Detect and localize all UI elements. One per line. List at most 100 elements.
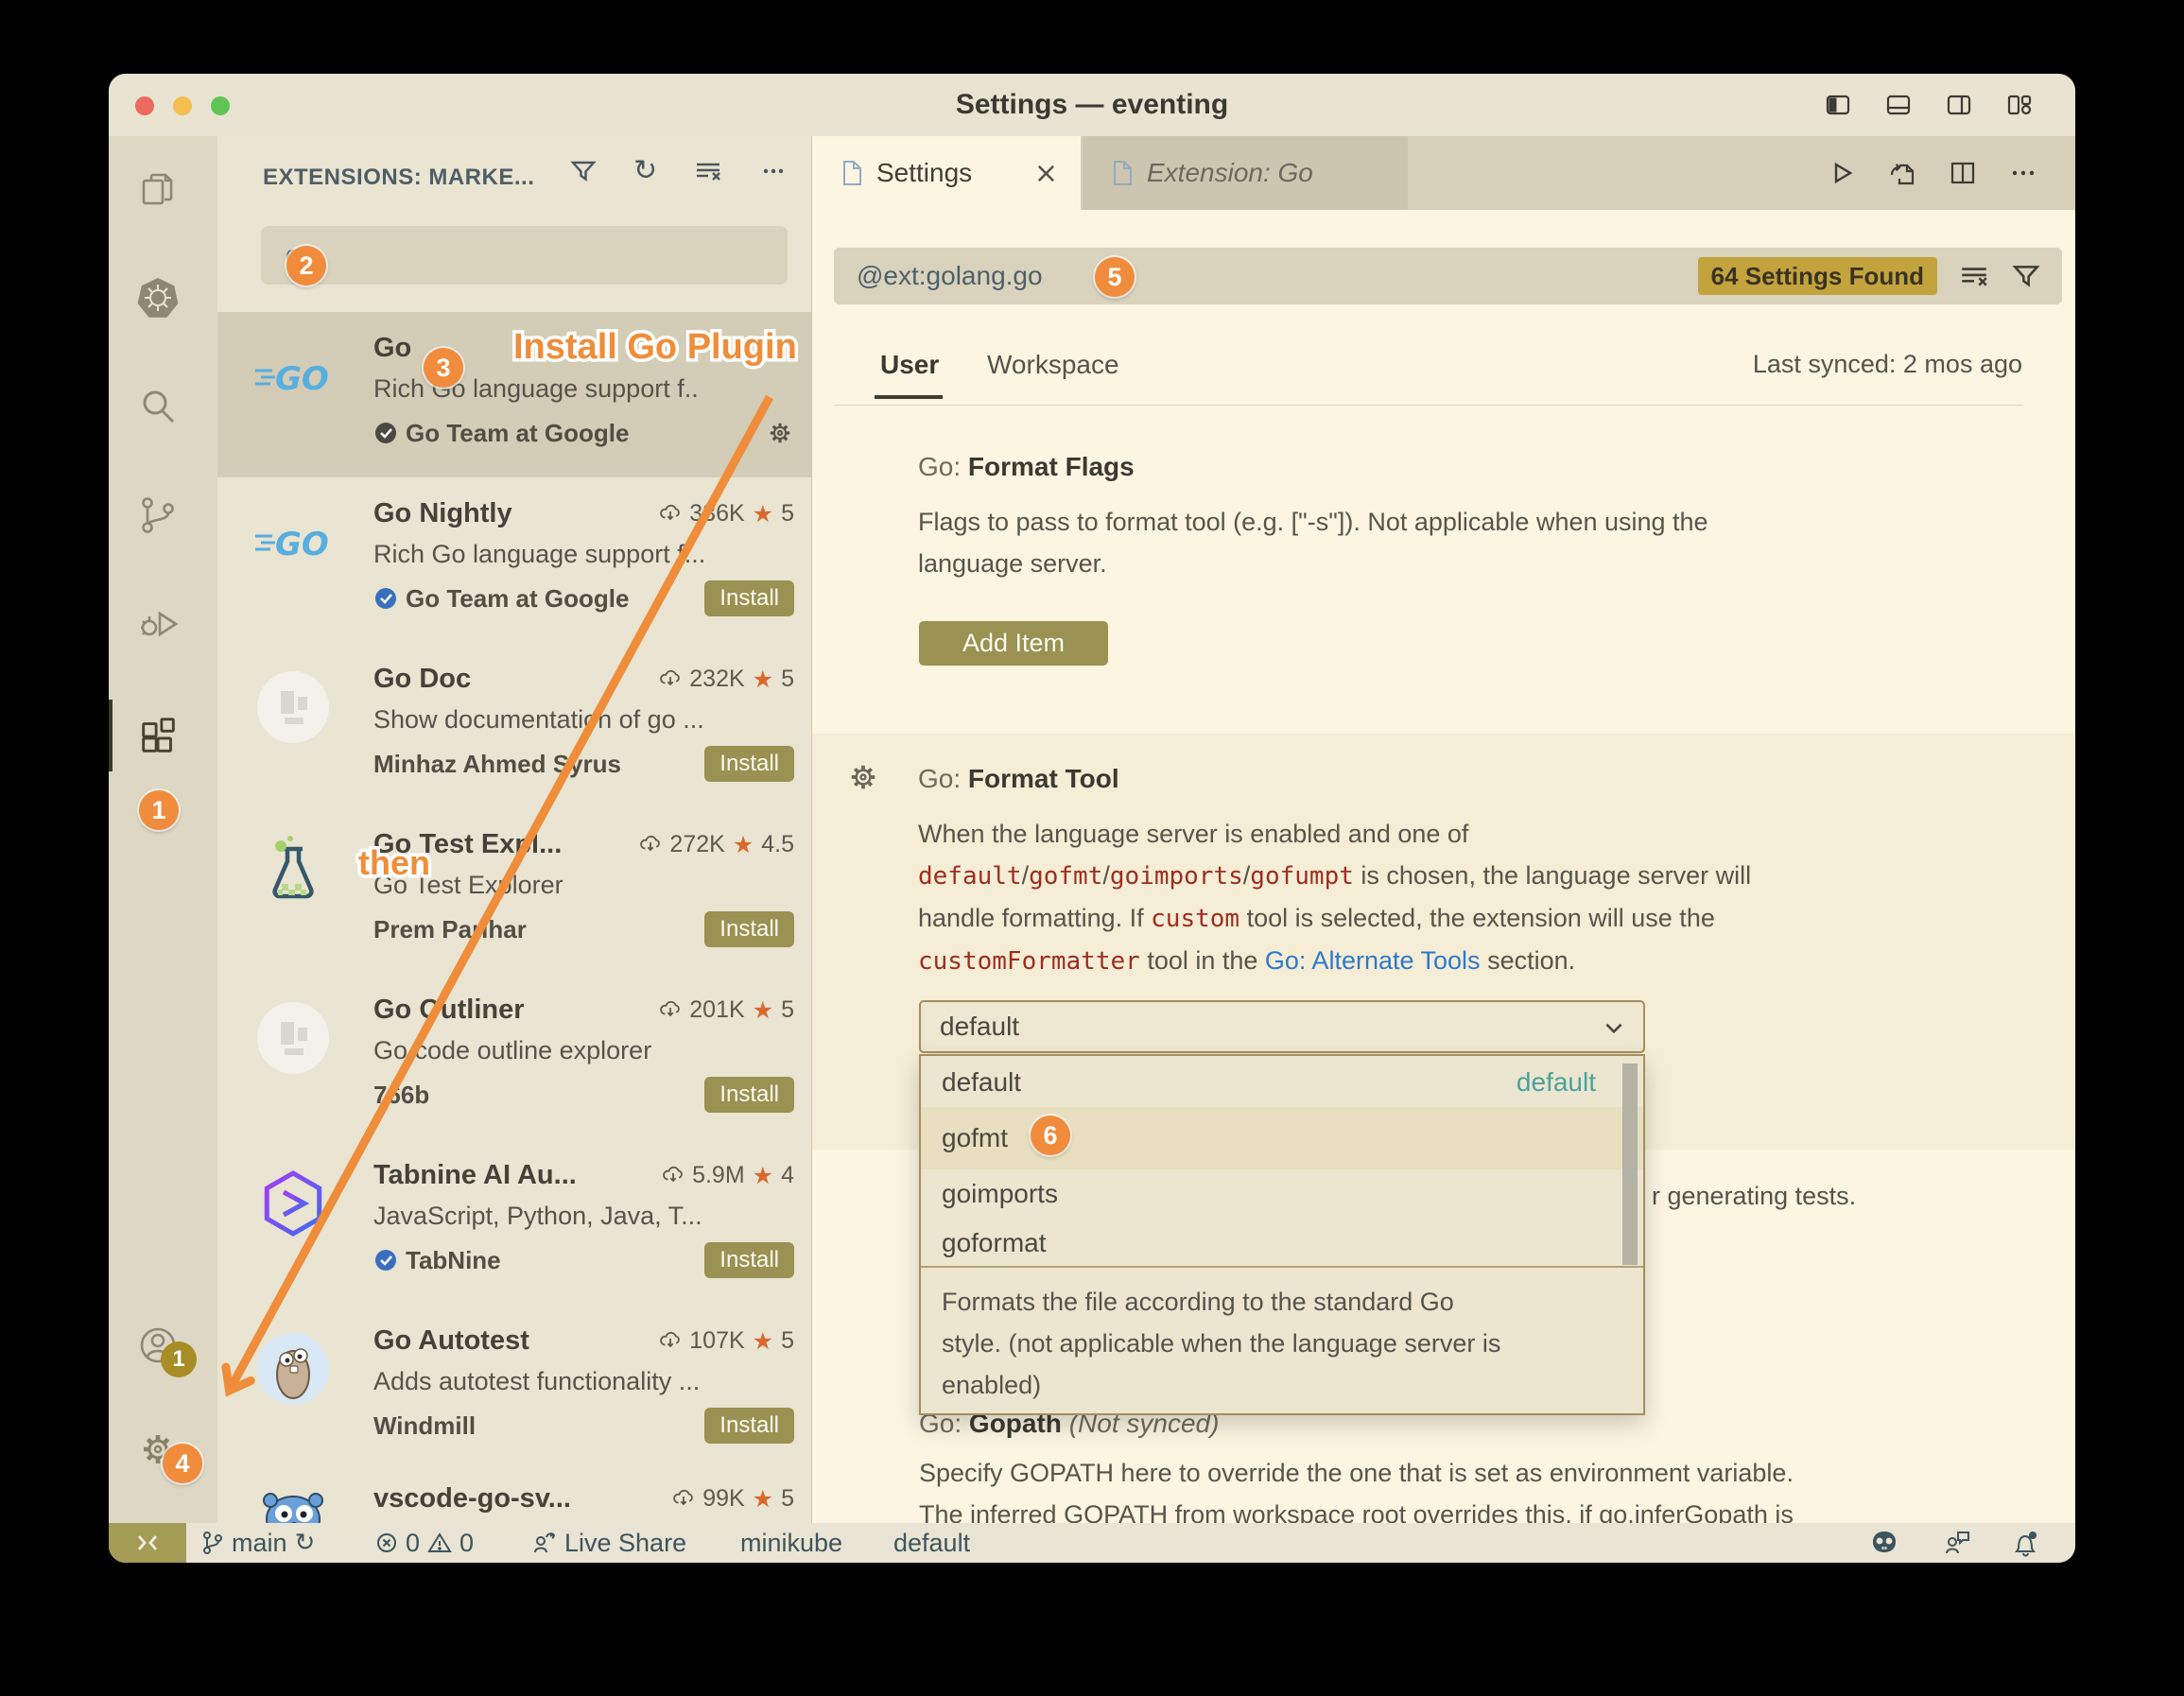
remote-indicator[interactable]	[109, 1523, 186, 1563]
tab-extension-go[interactable]: Extension: Go	[1083, 136, 1408, 210]
vscode-window: Settings — eventing 1 EXTENSIONS: MARKE.…	[109, 74, 2075, 1563]
toggle-panel-icon[interactable]	[1884, 91, 1913, 119]
go-logo-icon: GO	[255, 504, 331, 580]
svg-text:GO: GO	[275, 360, 329, 398]
live-share-icon	[532, 1530, 557, 1556]
settings-gear-icon[interactable]	[137, 1428, 179, 1470]
list-item-go[interactable]: GO Go Rich Go language support f.. Go Te…	[217, 312, 811, 477]
toggle-secondary-sidebar-icon[interactable]	[1945, 91, 1973, 119]
list-item-go-nightly[interactable]: GO Go Nightly 336K★5 Rich Go language su…	[217, 477, 811, 643]
list-item-go-test-explorer[interactable]: Go Test Expl... 272K★4.5 Go Test Explore…	[217, 808, 811, 974]
minikube-status-item[interactable]: minikube	[740, 1523, 842, 1563]
option-detail: default	[1517, 1067, 1596, 1098]
warning-count: 0	[459, 1529, 474, 1558]
tab-user[interactable]: User	[880, 350, 939, 380]
open-changes-icon[interactable]	[1888, 159, 1916, 187]
install-button[interactable]: Install	[704, 580, 794, 616]
problems-status-item[interactable]: 0 0	[375, 1523, 474, 1563]
manage-extension-gear-icon[interactable]	[766, 419, 794, 447]
feedback-icon	[1943, 1529, 1971, 1557]
tab-settings[interactable]: Settings ×	[812, 136, 1081, 210]
explorer-icon[interactable]	[137, 168, 179, 210]
code-span: default	[918, 862, 1022, 891]
list-item-go-autotest[interactable]: Go Autotest 107K★5 Adds autotest functio…	[217, 1305, 811, 1470]
source-control-icon[interactable]	[137, 494, 179, 536]
kubernetes-icon[interactable]	[137, 277, 179, 319]
verified-publisher-icon	[373, 586, 398, 611]
download-count: 5.9M	[692, 1162, 745, 1189]
feedback-status-item[interactable]	[1943, 1523, 1971, 1563]
rating: 5	[781, 1327, 794, 1355]
gopher-icon	[255, 1331, 331, 1407]
install-button[interactable]: Install	[704, 746, 794, 782]
notifications-status-item[interactable]	[2011, 1523, 2039, 1563]
toggle-sidebar-icon[interactable]	[1824, 91, 1852, 119]
tab-bar: Settings × Extension: Go	[812, 136, 2075, 210]
refresh-icon[interactable]: ↻	[633, 157, 657, 185]
code-span: goimports	[1110, 862, 1243, 891]
extension-description: Go code outline explorer	[373, 1036, 794, 1065]
extension-placeholder-icon	[255, 1000, 331, 1076]
add-item-button[interactable]: Add Item	[919, 621, 1108, 666]
more-actions-icon[interactable]	[759, 157, 788, 185]
filter-settings-icon[interactable]	[2011, 261, 2041, 291]
divider	[921, 1266, 1643, 1268]
install-button[interactable]: Install	[704, 1408, 794, 1444]
filter-icon[interactable]	[569, 157, 598, 185]
errors-icon	[375, 1532, 398, 1554]
github-status-item[interactable]	[1869, 1523, 1899, 1563]
extensions-icon[interactable]	[137, 715, 181, 758]
star-icon: ★	[753, 1485, 773, 1513]
rating: 4	[781, 1162, 794, 1189]
error-count: 0	[406, 1529, 420, 1558]
setting-gear-icon[interactable]	[846, 760, 880, 794]
alternate-tools-link[interactable]: Go: Alternate Tools	[1265, 946, 1481, 975]
branch-status-item[interactable]: main ↻	[201, 1523, 315, 1563]
extension-name: Go Autotest	[373, 1325, 529, 1357]
list-item-go-outliner[interactable]: Go Outliner 201K★5 Go code outline explo…	[217, 974, 811, 1139]
extension-description: Adds autotest functionality ...	[373, 1367, 794, 1396]
extension-description: Go Test Explorer	[373, 871, 794, 900]
install-button[interactable]: Install	[704, 911, 794, 947]
profile-label: default	[893, 1529, 970, 1558]
option-label: gofmt	[942, 1123, 1008, 1153]
live-share-status-item[interactable]: Live Share	[532, 1523, 686, 1563]
file-icon	[841, 160, 863, 186]
extensions-search-input[interactable]: go	[261, 226, 788, 285]
search-icon[interactable]	[137, 386, 179, 427]
list-item-go-doc[interactable]: Go Doc 232K★5 Show documentation of go .…	[217, 643, 811, 808]
split-editor-icon[interactable]	[1949, 159, 1977, 187]
extension-name: Go Doc	[373, 664, 471, 695]
title-bar: Settings — eventing	[109, 74, 2075, 136]
install-button[interactable]: Install	[704, 1077, 794, 1113]
setting-prefix: Go:	[918, 764, 968, 793]
profile-status-item[interactable]: default	[893, 1523, 970, 1563]
settings-search-input[interactable]: @ext:golang.go 64 Settings Found	[834, 248, 2062, 304]
list-item-vscode-go-sv[interactable]: vscode-go-sv... 99K★5	[217, 1470, 811, 1523]
option-gofmt[interactable]: gofmt	[921, 1107, 1643, 1169]
star-icon: ★	[753, 500, 773, 528]
customize-layout-icon[interactable]	[2005, 91, 2034, 119]
option-goformat[interactable]: goformat	[921, 1219, 1643, 1268]
option-default[interactable]: default default	[921, 1058, 1643, 1107]
last-synced-label: Last synced: 2 mos ago	[1753, 350, 2022, 379]
downloads-icon	[659, 503, 682, 526]
clear-extension-search-icon[interactable]	[693, 157, 723, 185]
run-icon[interactable]	[1828, 159, 1856, 187]
list-item-tabnine[interactable]: Tabnine AI Au... 5.9M★4 JavaScript, Pyth…	[217, 1139, 811, 1305]
option-goimports[interactable]: goimports	[921, 1169, 1643, 1219]
tab-workspace[interactable]: Workspace	[987, 350, 1119, 380]
file-icon	[1111, 160, 1134, 186]
sidebar-title: EXTENSIONS: MARKE...	[263, 164, 534, 191]
dropdown-scrollbar[interactable]	[1622, 1064, 1638, 1265]
extension-name: Tabnine AI Au...	[373, 1160, 577, 1191]
run-debug-icon[interactable]	[137, 603, 179, 645]
active-scope-underline	[875, 395, 943, 399]
close-tab-icon[interactable]: ×	[1034, 157, 1058, 190]
setting-description-format-tool: When the language server is enabled and …	[918, 813, 1751, 982]
clear-settings-search-icon[interactable]	[1958, 261, 1990, 291]
more-actions-icon[interactable]	[2009, 159, 2037, 187]
install-button[interactable]: Install	[704, 1242, 794, 1278]
format-tool-select[interactable]: default	[919, 1000, 1645, 1053]
blue-gopher-icon	[255, 1483, 331, 1523]
